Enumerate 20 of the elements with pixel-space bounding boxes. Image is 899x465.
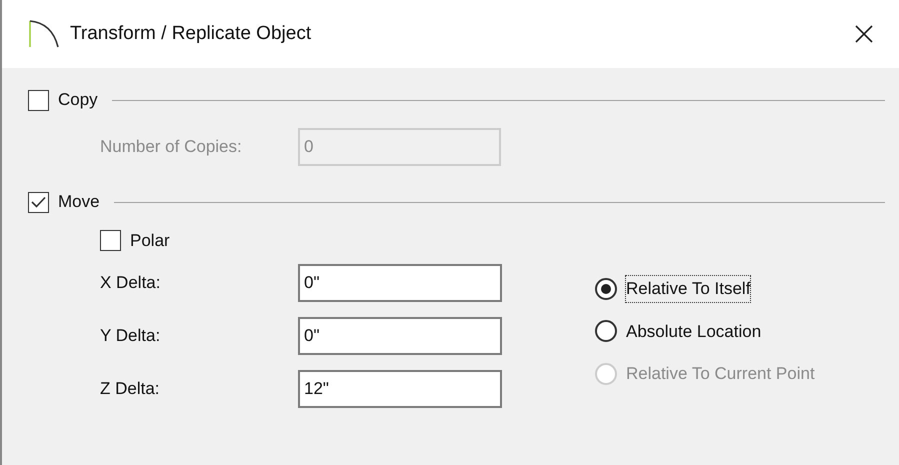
delta-field[interactable]: 12": [298, 370, 502, 408]
close-icon: [855, 25, 873, 43]
delta-label: X Delta:: [100, 272, 162, 294]
checkbox[interactable]: [28, 192, 49, 212]
copies-label: Number of Copies:: [100, 136, 243, 158]
delta-label: Y Delta:: [100, 324, 162, 347]
checkmark-icon: [31, 196, 46, 208]
window-title: Transform / Replicate Object: [70, 22, 312, 46]
polar-checkbox[interactable]: Polar: [100, 228, 502, 254]
checkbox[interactable]: [100, 230, 121, 252]
delta-label: Z Delta:: [100, 378, 161, 400]
arc-icon: [28, 19, 60, 49]
radio-button[interactable]: [595, 320, 617, 342]
radio-button[interactable]: [595, 278, 617, 300]
radio-label: Absolute Location: [626, 320, 762, 342]
delta-field[interactable]: 0": [298, 264, 502, 302]
radio-label: Relative To Itself: [626, 276, 750, 302]
move-checkbox[interactable]: Move: [28, 189, 100, 215]
delta-field[interactable]: 0": [298, 316, 502, 354]
radio-label: Relative To Current Point: [626, 363, 815, 385]
